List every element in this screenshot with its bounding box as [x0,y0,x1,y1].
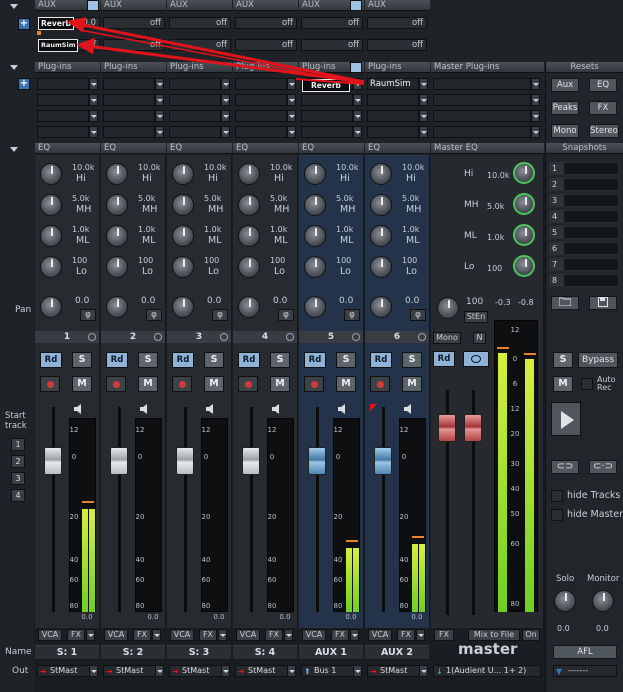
annotation-arrowhead-1 [66,17,86,33]
annotation-arrows [66,17,365,85]
annotation-arrowhead-2 [76,37,95,55]
annotation-arrow-4 [79,29,365,85]
annotation-arrow-1 [77,22,365,84]
